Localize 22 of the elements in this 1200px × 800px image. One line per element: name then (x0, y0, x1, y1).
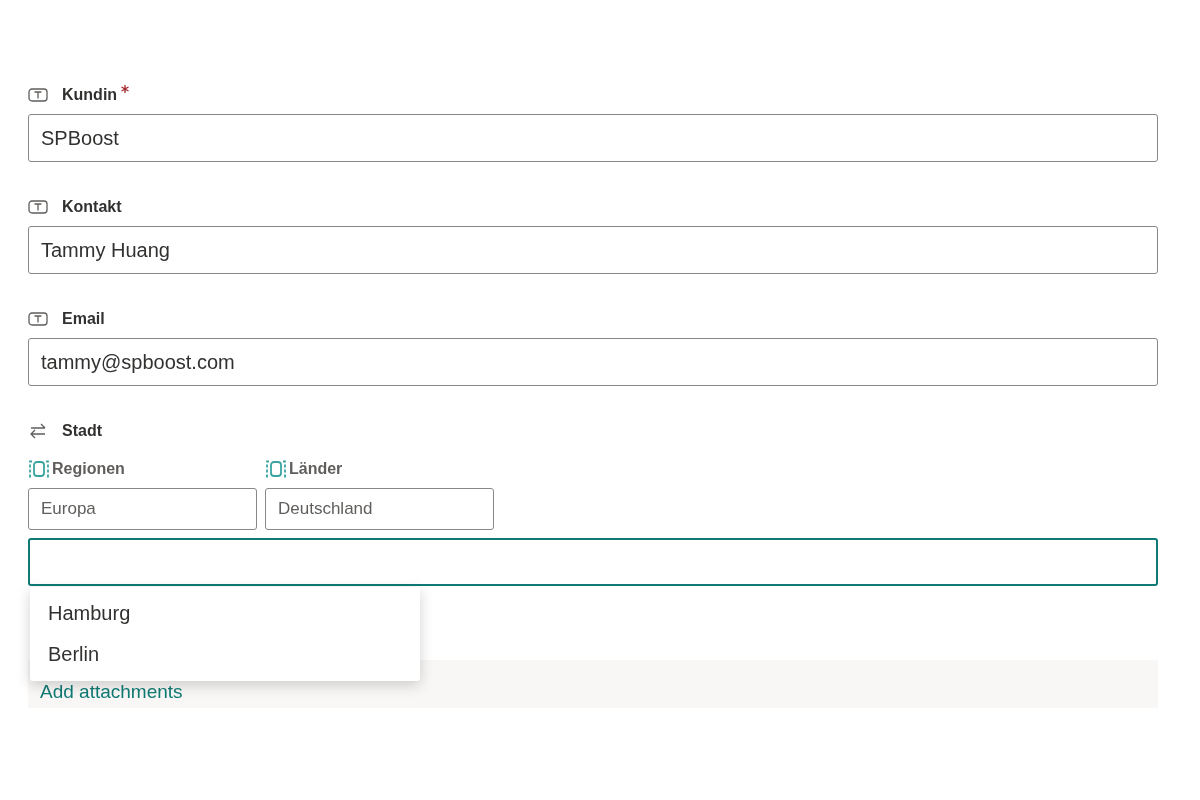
text-field-icon (28, 312, 48, 326)
field-label: Kontakt (62, 197, 122, 217)
text-input[interactable]: tammy@spboost.com (28, 338, 1158, 386)
dropdown-item[interactable]: Berlin (30, 634, 420, 675)
bracket-icon (265, 460, 287, 478)
required-icon (121, 85, 130, 93)
text-input[interactable]: SPBoost (28, 114, 1158, 162)
text-field-icon (28, 88, 48, 102)
text-field-icon (28, 200, 48, 214)
filter-label: Regionen (52, 459, 125, 479)
field-label: Stadt (62, 421, 102, 441)
field-label: Email (62, 309, 105, 329)
filter-input[interactable]: Deutschland (265, 488, 494, 530)
swap-icon (28, 422, 48, 440)
dropdown-item[interactable]: Hamburg (30, 593, 420, 634)
lookup-input[interactable] (28, 538, 1158, 586)
filter-input[interactable]: Europa (28, 488, 257, 530)
field-label: Kundin (62, 85, 118, 105)
bracket-icon (28, 460, 50, 478)
add-attachments-link[interactable]: Add attachments (40, 677, 183, 706)
filter-label: Länder (289, 459, 343, 479)
text-input[interactable]: Tammy Huang (28, 226, 1158, 274)
